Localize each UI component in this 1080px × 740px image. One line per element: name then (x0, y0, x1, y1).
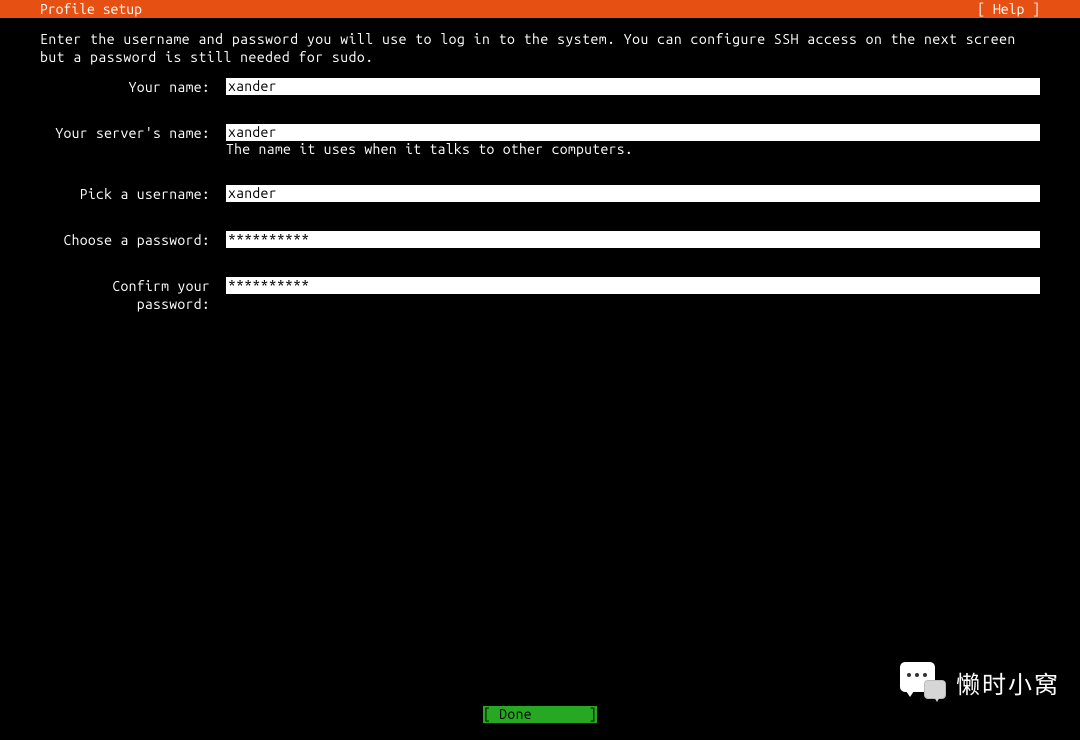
username-label: Pick a username: (40, 185, 226, 203)
profile-form: Your name: xander Your server's name: xa… (0, 66, 1080, 313)
confirm-password-input[interactable]: ********** (226, 277, 1040, 294)
server-name-input[interactable]: xander (226, 124, 1040, 141)
wechat-icon (900, 662, 946, 702)
page-title: Profile setup (40, 1, 142, 17)
instructions-text: Enter the username and password you will… (0, 18, 1080, 66)
done-button[interactable]: [ Done ] (483, 706, 597, 723)
your-name-label: Your name: (40, 78, 226, 96)
footer: [ Done ] (0, 706, 1080, 723)
password-row: Choose a password: ********** (40, 231, 1040, 249)
username-row: Pick a username: xander (40, 185, 1040, 203)
confirm-password-label: Confirm your password: (40, 277, 226, 313)
server-name-hint: The name it uses when it talks to other … (226, 141, 1040, 157)
watermark: 懒时小窝 (900, 662, 1060, 702)
watermark-text: 懒时小窝 (956, 665, 1060, 700)
your-name-row: Your name: xander (40, 78, 1040, 96)
username-input[interactable]: xander (226, 185, 1040, 202)
server-name-label: Your server's name: (40, 124, 226, 142)
header-bar: Profile setup [ Help ] (0, 0, 1080, 18)
help-button[interactable]: [ Help ] (977, 1, 1040, 17)
server-name-row: Your server's name: xander The name it u… (40, 124, 1040, 157)
password-input[interactable]: ********** (226, 231, 1040, 248)
confirm-password-row: Confirm your password: ********** (40, 277, 1040, 313)
your-name-input[interactable]: xander (226, 78, 1040, 95)
password-label: Choose a password: (40, 231, 226, 249)
